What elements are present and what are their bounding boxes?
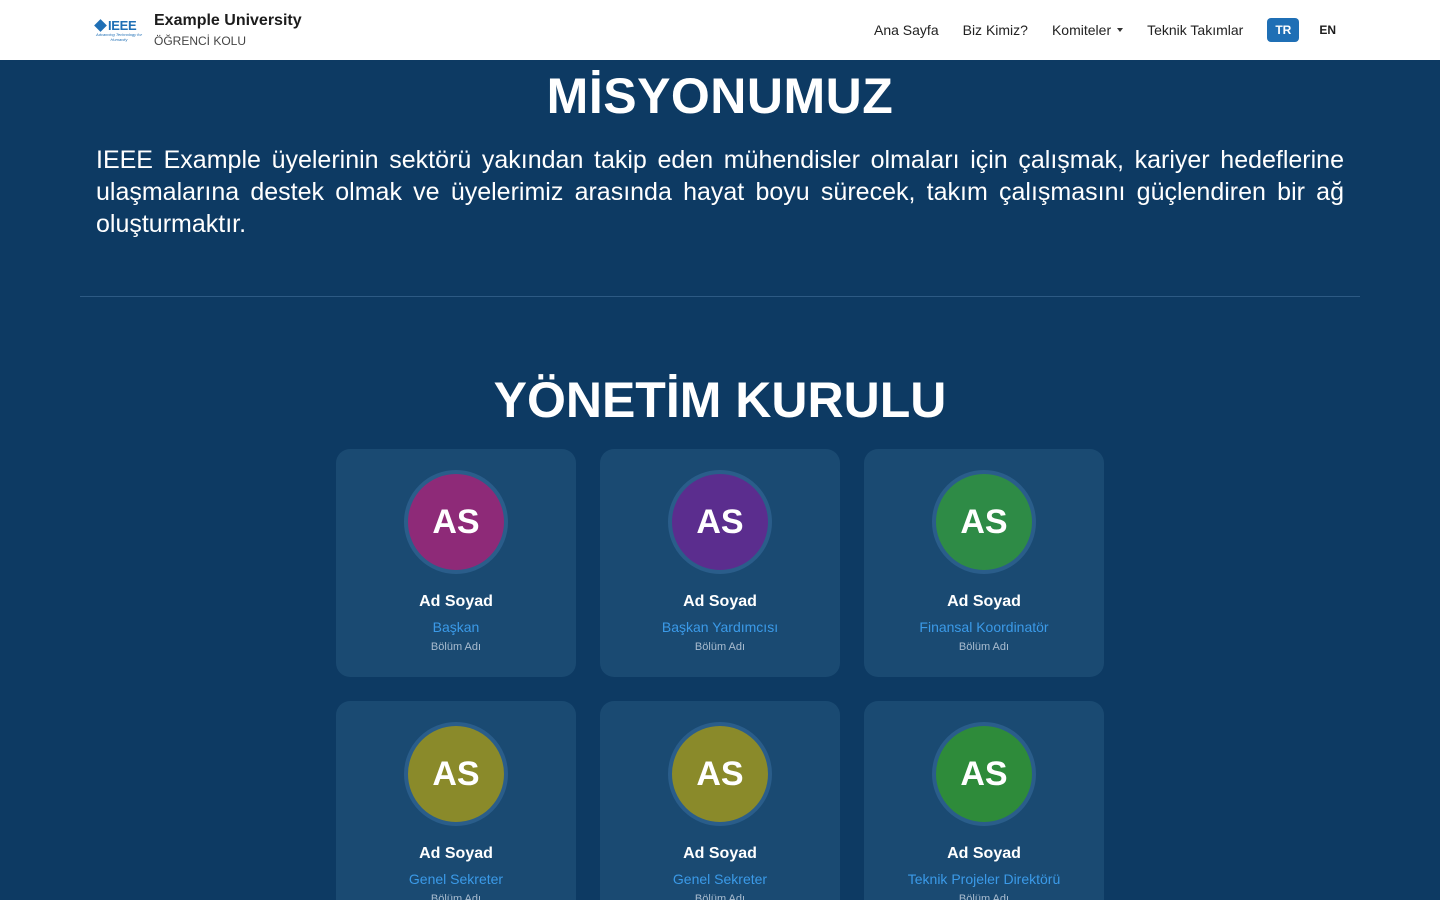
nav-home-label: Ana Sayfa: [874, 22, 939, 38]
nav-committees-label: Komiteler: [1051, 22, 1112, 38]
member-department: Bölüm Adı: [694, 641, 746, 653]
avatar: AS: [404, 722, 508, 826]
ieee-diamond-icon: [94, 18, 107, 32]
avatar: AS: [668, 470, 772, 574]
caret-down-icon: [1117, 28, 1124, 32]
member-department: Bölüm Adı: [958, 893, 1010, 900]
member-role: Finansal Koordinatör: [919, 619, 1049, 635]
avatar: AS: [404, 470, 508, 574]
logo-tagline: Advancing Technology for Humanity: [96, 31, 142, 42]
navbar: IEEE Advancing Technology for Humanity E…: [0, 0, 1440, 60]
mission-text: IEEE Example üyelerinin sektörü yakından…: [96, 146, 1344, 238]
avatar: AS: [668, 722, 772, 826]
member-card[interactable]: AS Ad Soyad Genel Sekreter Bölüm Adı: [336, 701, 576, 900]
board-members-grid: AS Ad Soyad Başkan Bölüm Adı AS Ad Soyad…: [336, 449, 1104, 900]
member-role: Genel Sekreter: [672, 871, 768, 887]
lang-en-button[interactable]: EN: [1311, 18, 1344, 42]
nav-committees-dropdown[interactable]: Komiteler: [1051, 22, 1124, 38]
member-role: Başkan: [432, 619, 480, 635]
language-switcher: TR EN: [1267, 18, 1344, 42]
member-card[interactable]: AS Ad Soyad Teknik Projeler Direktörü Bö…: [864, 701, 1104, 900]
logo-text: IEEE: [108, 17, 137, 33]
avatar: AS: [932, 470, 1036, 574]
member-department: Bölüm Adı: [430, 893, 482, 900]
member-role: Başkan Yardımcısı: [661, 619, 779, 635]
member-card[interactable]: AS Ad Soyad Genel Sekreter Bölüm Adı: [600, 701, 840, 900]
brand[interactable]: IEEE Advancing Technology for Humanity E…: [94, 11, 302, 49]
avatar: AS: [932, 722, 1036, 826]
nav-technical-teams-label: Teknik Takımlar: [1147, 22, 1244, 38]
member-department: Bölüm Adı: [694, 893, 746, 900]
member-role: Teknik Projeler Direktörü: [907, 871, 1061, 887]
member-name: Ad Soyad: [683, 845, 757, 862]
section-divider: [80, 296, 1360, 297]
mission-title: MİSYONUMUZ: [546, 68, 894, 124]
member-card[interactable]: AS Ad Soyad Başkan Yardımcısı Bölüm Adı: [600, 449, 840, 677]
member-name: Ad Soyad: [947, 845, 1021, 862]
brand-subtitle: ÖĞRENCİ KOLU: [154, 34, 247, 48]
member-name: Ad Soyad: [683, 593, 757, 610]
member-department: Bölüm Adı: [430, 641, 482, 653]
member-card[interactable]: AS Ad Soyad Finansal Koordinatör Bölüm A…: [864, 449, 1104, 677]
brand-title: Example University: [154, 12, 302, 29]
board-title: YÖNETİM KURULU: [493, 372, 947, 428]
member-role: Genel Sekreter: [408, 871, 504, 887]
nav-about[interactable]: Biz Kimiz?: [963, 22, 1028, 38]
lang-tr-button[interactable]: TR: [1267, 18, 1300, 42]
member-name: Ad Soyad: [419, 593, 493, 610]
member-department: Bölüm Adı: [958, 641, 1010, 653]
nav-about-label: Biz Kimiz?: [962, 22, 1028, 38]
main-nav: Ana Sayfa Biz Kimiz? Komiteler Teknik Ta…: [874, 18, 1344, 42]
member-card[interactable]: AS Ad Soyad Başkan Bölüm Adı: [336, 449, 576, 677]
nav-home[interactable]: Ana Sayfa: [874, 22, 939, 38]
ieee-logo: IEEE Advancing Technology for Humanity: [94, 15, 142, 45]
member-name: Ad Soyad: [419, 845, 493, 862]
nav-technical-teams[interactable]: Teknik Takımlar: [1147, 22, 1243, 38]
member-name: Ad Soyad: [947, 593, 1021, 610]
